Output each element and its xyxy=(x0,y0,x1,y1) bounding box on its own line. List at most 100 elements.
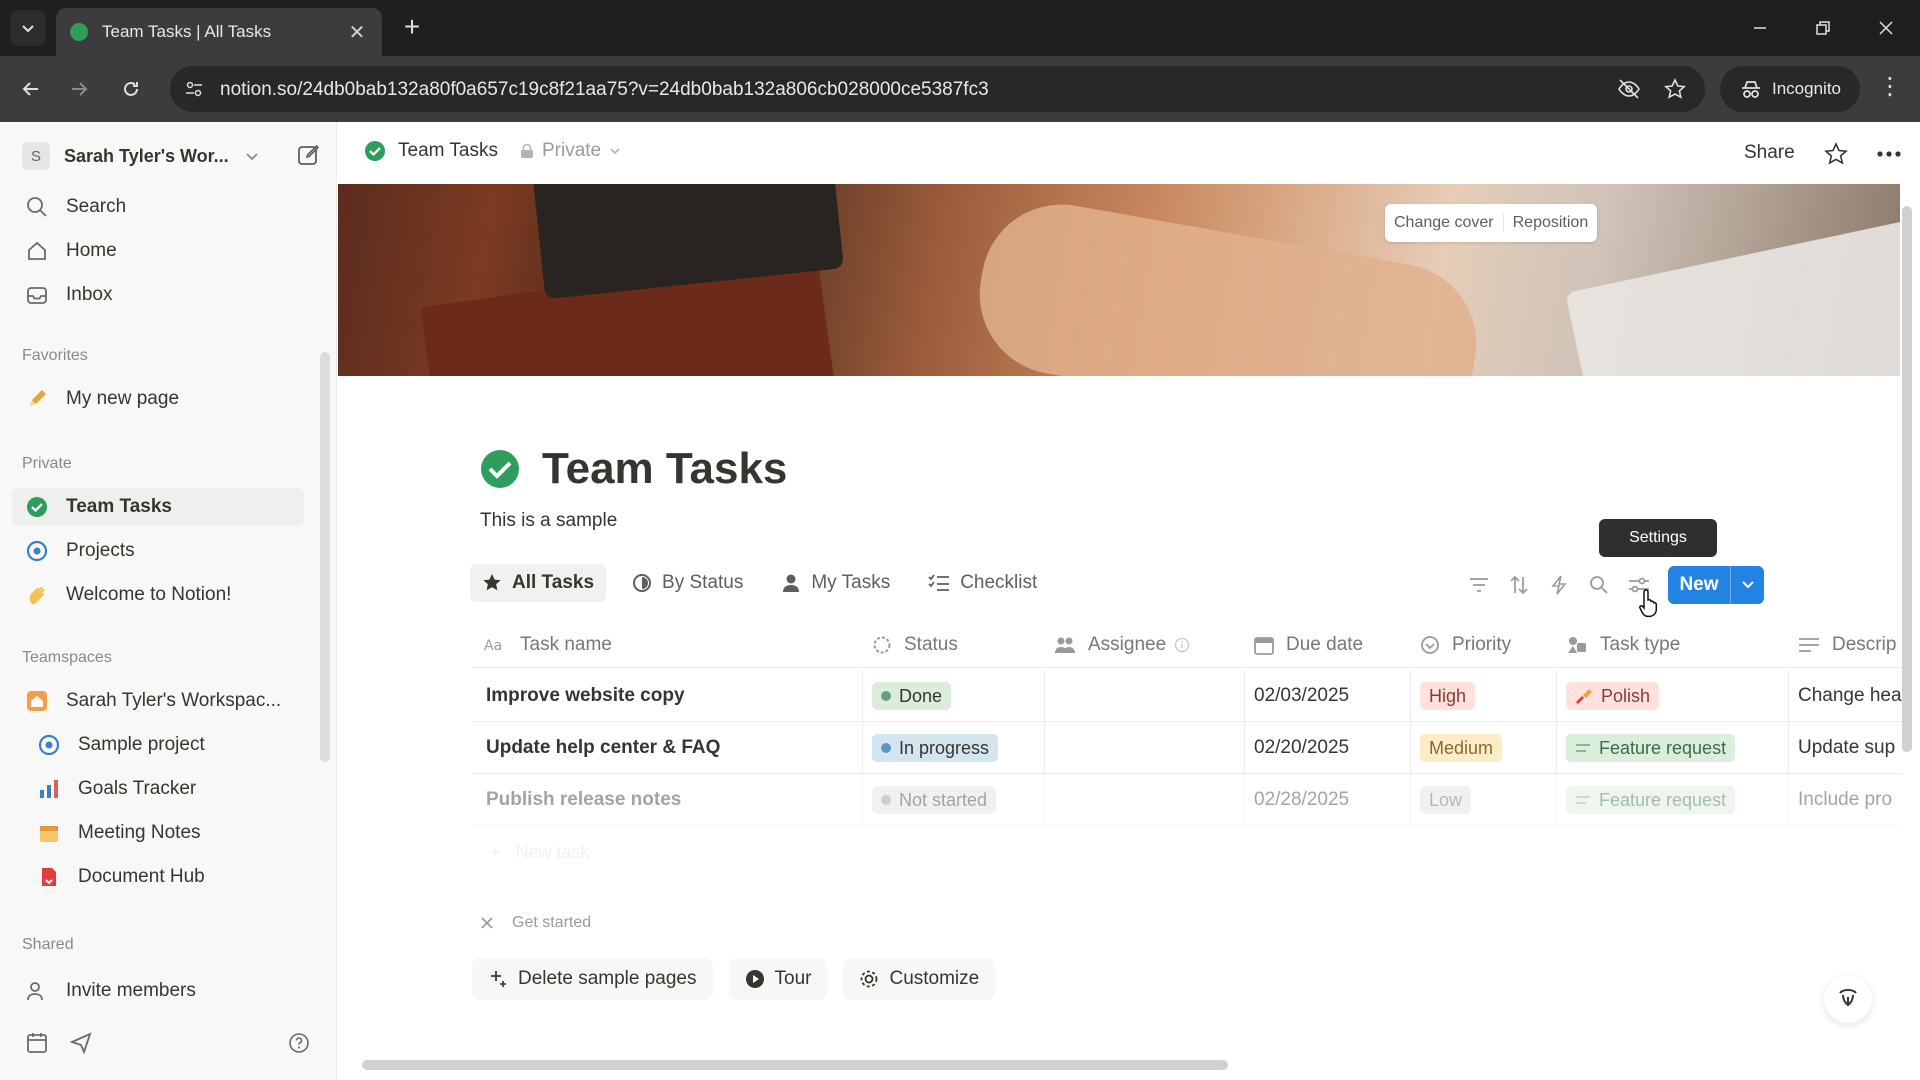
reposition-button[interactable]: Reposition xyxy=(1502,214,1598,232)
description-cell[interactable]: Update sup xyxy=(1798,722,1895,774)
shared-heading[interactable]: Shared xyxy=(22,936,74,954)
column-task-name[interactable]: Aa Task name xyxy=(484,622,612,668)
bookmark-star-icon[interactable] xyxy=(1664,78,1686,100)
favorite-star-icon[interactable] xyxy=(1824,142,1848,166)
column-description[interactable]: Descrip xyxy=(1798,622,1896,668)
calendar-app-icon[interactable] xyxy=(26,1032,48,1054)
task-name-cell[interactable]: Update help center & FAQ xyxy=(486,722,720,774)
info-icon[interactable] xyxy=(1174,637,1190,653)
sidebar-item-welcome[interactable]: Welcome to Notion! xyxy=(12,576,304,614)
breadcrumb-page[interactable]: Team Tasks xyxy=(398,140,498,162)
sidebar-item-home[interactable]: Home xyxy=(12,232,304,270)
new-button[interactable]: New xyxy=(1668,566,1764,604)
column-due-date[interactable]: Due date xyxy=(1254,622,1363,668)
close-icon[interactable] xyxy=(480,916,494,930)
task-type-cell[interactable]: Feature request xyxy=(1566,722,1736,774)
forward-button[interactable] xyxy=(62,72,96,106)
restore-button[interactable] xyxy=(1793,0,1853,56)
sidebar-item-my-new-page[interactable]: My new page xyxy=(12,380,304,418)
sidebar-item-projects[interactable]: Projects xyxy=(12,532,304,570)
page-title[interactable]: Team Tasks xyxy=(542,444,787,494)
cover-image[interactable] xyxy=(338,184,1900,376)
site-info-icon[interactable] xyxy=(184,79,204,99)
minimize-button[interactable] xyxy=(1730,0,1790,56)
back-button[interactable] xyxy=(14,72,48,106)
sidebar-item-meeting-notes[interactable]: Meeting Notes xyxy=(12,814,304,852)
workspace-switcher[interactable]: S Sarah Tyler's Wor... xyxy=(22,140,322,172)
more-options-icon[interactable] xyxy=(1876,150,1902,158)
due-date-cell[interactable]: 02/28/2025 xyxy=(1254,774,1349,826)
share-button[interactable]: Share xyxy=(1744,142,1795,164)
sidebar-item-team-tasks[interactable]: Team Tasks xyxy=(12,488,304,526)
send-icon[interactable] xyxy=(70,1032,92,1054)
sidebar-scrollbar[interactable] xyxy=(320,352,330,762)
new-tab-button[interactable]: + xyxy=(396,12,428,44)
column-task-type[interactable]: Task type xyxy=(1566,622,1680,668)
privacy-selector[interactable]: Private xyxy=(520,140,621,162)
change-cover-button[interactable]: Change cover xyxy=(1385,214,1503,232)
checklist-icon xyxy=(928,574,950,591)
browser-menu-button[interactable]: ⋮ xyxy=(1875,74,1905,104)
status-cell[interactable]: In progress xyxy=(872,722,999,774)
sort-button[interactable] xyxy=(1506,572,1532,598)
eye-off-icon[interactable] xyxy=(1617,78,1641,100)
page-description[interactable]: This is a sample xyxy=(480,510,617,532)
sidebar-item-sample-project[interactable]: Sample project xyxy=(12,726,304,764)
page-vertical-scrollbar[interactable] xyxy=(1902,206,1912,752)
new-task-row[interactable]: + New task xyxy=(490,842,590,863)
task-type-cell[interactable]: Polish xyxy=(1566,670,1660,722)
sidebar-item-inbox[interactable]: Inbox xyxy=(12,276,304,314)
due-date-cell[interactable]: 02/20/2025 xyxy=(1254,722,1349,774)
teamspaces-heading[interactable]: Teamspaces xyxy=(22,649,112,667)
filter-button[interactable] xyxy=(1466,572,1492,598)
tab-search-button[interactable] xyxy=(10,10,46,46)
description-cell[interactable]: Change hea xyxy=(1798,670,1902,722)
task-type-cell[interactable]: Feature request xyxy=(1566,774,1736,826)
browser-tab[interactable]: Team Tasks | All Tasks ✕ xyxy=(56,8,382,56)
new-dropdown-button[interactable] xyxy=(1731,578,1764,592)
private-heading[interactable]: Private xyxy=(22,455,72,473)
priority-cell[interactable]: Medium xyxy=(1420,722,1503,774)
close-window-button[interactable] xyxy=(1856,0,1916,56)
status-cell[interactable]: Done xyxy=(872,670,952,722)
task-name-cell[interactable]: Improve website copy xyxy=(486,670,685,722)
tour-button[interactable]: Tour xyxy=(728,958,828,1000)
due-date-cell[interactable]: 02/03/2025 xyxy=(1254,670,1349,722)
sidebar-item-goals-tracker[interactable]: Goals Tracker xyxy=(12,770,304,808)
sort-icon xyxy=(1510,575,1528,595)
check-circle-icon[interactable] xyxy=(480,449,520,489)
new-page-icon[interactable] xyxy=(296,142,322,168)
favorites-heading[interactable]: Favorites xyxy=(22,347,88,365)
table-row[interactable]: Publish release notes Not started 02/28/20… xyxy=(472,774,1902,826)
close-tab-icon[interactable]: ✕ xyxy=(346,20,368,45)
priority-cell[interactable]: High xyxy=(1420,670,1476,722)
status-cell[interactable]: Not started xyxy=(872,774,997,826)
ai-assistant-button[interactable] xyxy=(1824,975,1872,1023)
tab-checklist[interactable]: Checklist xyxy=(916,564,1049,602)
incognito-indicator[interactable]: Incognito xyxy=(1720,66,1860,112)
database-toolbar xyxy=(1466,570,1652,600)
tab-by-status[interactable]: By Status xyxy=(620,564,755,602)
tab-my-tasks[interactable]: My Tasks xyxy=(769,564,902,602)
column-status[interactable]: Status xyxy=(872,622,958,668)
invite-members-button[interactable]: Invite members xyxy=(12,972,304,1010)
task-name-cell[interactable]: Publish release notes xyxy=(486,774,681,826)
table-row[interactable]: Improve website copy Done 02/03/2025 High Po… xyxy=(472,670,1902,722)
sidebar-item-workspace[interactable]: Sarah Tyler's Workspac... xyxy=(12,682,304,720)
help-icon[interactable] xyxy=(288,1032,310,1054)
sidebar-item-document-hub[interactable]: Document Hub xyxy=(12,858,304,896)
table-horizontal-scrollbar[interactable] xyxy=(362,1060,1228,1070)
reload-button[interactable] xyxy=(114,72,148,106)
table-row[interactable]: Update help center & FAQ In progress 02/20… xyxy=(472,722,1902,774)
description-cell[interactable]: Include pro xyxy=(1798,774,1892,826)
delete-sample-pages-button[interactable]: Delete sample pages xyxy=(472,958,713,1000)
sidebar-item-search[interactable]: Search xyxy=(12,188,304,226)
priority-cell[interactable]: Low xyxy=(1420,774,1472,826)
column-priority[interactable]: Priority xyxy=(1420,622,1511,668)
search-button[interactable] xyxy=(1586,572,1612,598)
tab-all-tasks[interactable]: All Tasks xyxy=(470,564,607,602)
column-assignee[interactable]: Assignee xyxy=(1054,622,1190,668)
address-bar[interactable]: notion.so/24db0bab132a80f0a657c19c8f21aa… xyxy=(170,66,1705,112)
customize-button[interactable]: Customize xyxy=(843,958,996,1000)
automation-button[interactable] xyxy=(1546,572,1572,598)
